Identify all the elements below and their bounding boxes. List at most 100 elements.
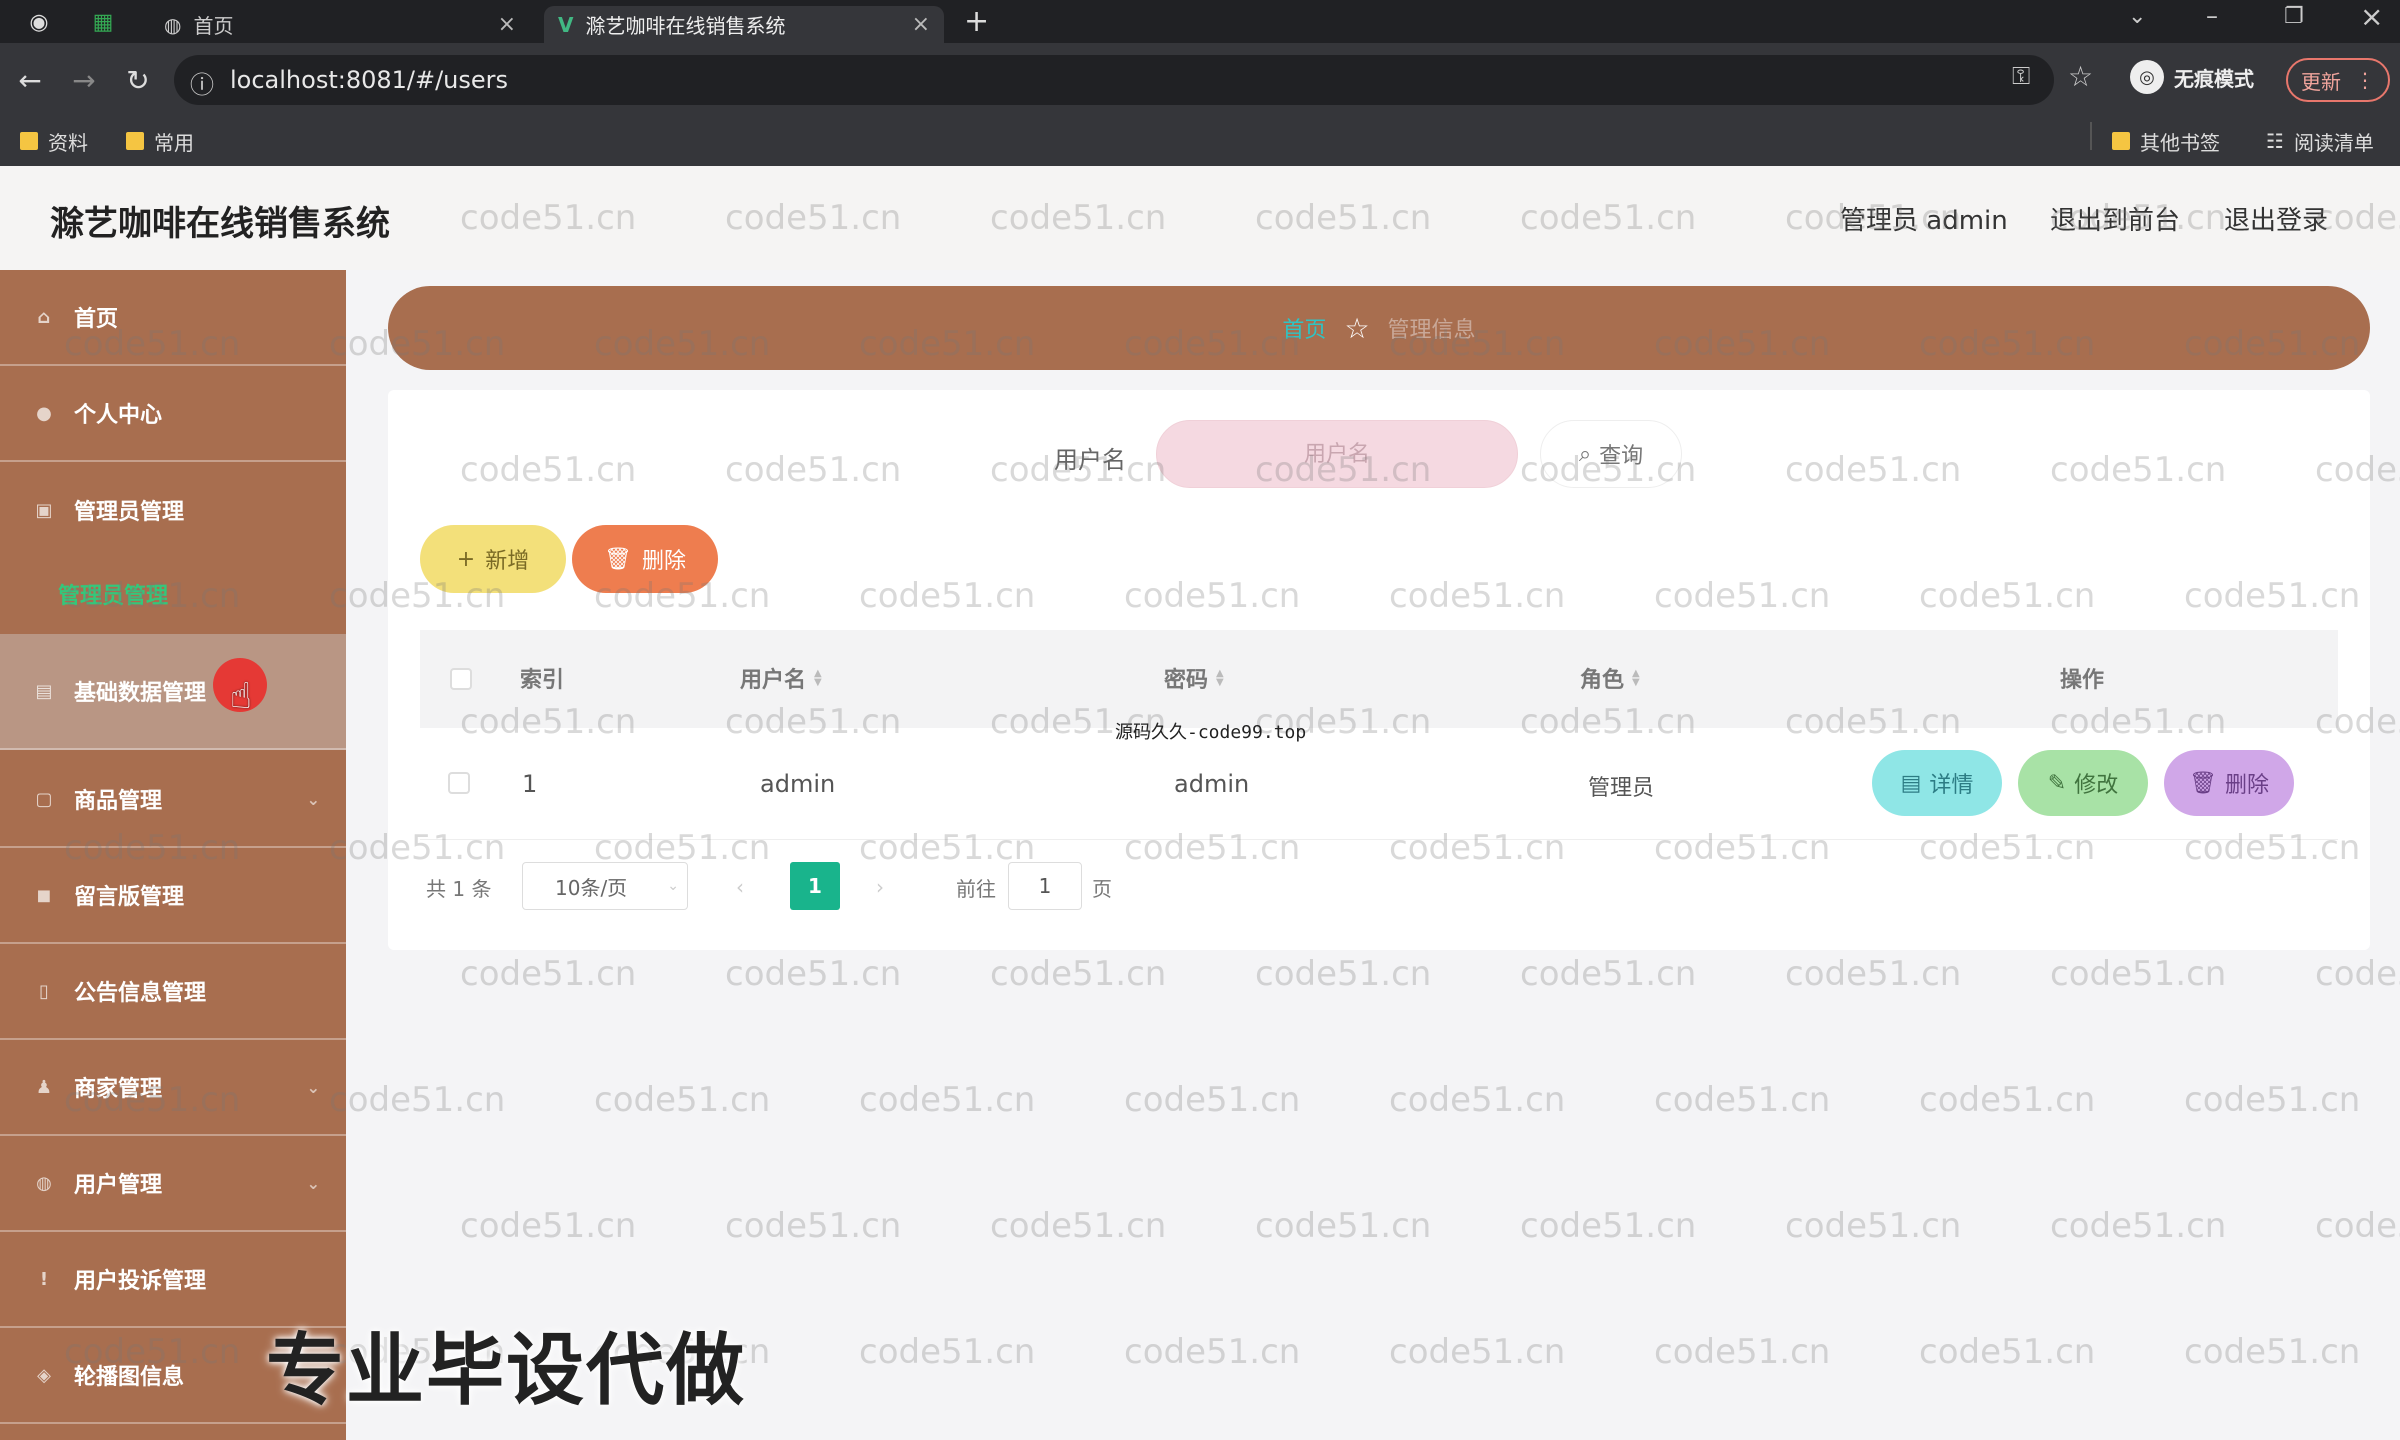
goto-page-input[interactable] — [1008, 862, 1082, 910]
update-button[interactable]: 更新 ⋮ — [2286, 58, 2390, 102]
carousel-icon: ◈ — [37, 1364, 51, 1386]
watermark-text: code51.cn — [460, 954, 637, 994]
incognito-indicator[interactable]: ◎ 无痕模式 — [2130, 60, 2254, 94]
watermark-text: code51.cn — [1255, 954, 1432, 994]
complaint-icon: ! — [39, 1268, 49, 1290]
browser-icon: ◉ — [29, 9, 49, 35]
chevron-down-icon: ⌄ — [306, 1173, 320, 1193]
watermark-text: code51.cn — [1654, 1332, 1831, 1372]
reload-icon[interactable]: ↻ — [120, 62, 156, 98]
key-icon[interactable]: ⚿ — [2012, 62, 2030, 90]
sort-icon[interactable]: ▲ ▼ — [1216, 669, 1224, 688]
more-icon: ⋮ — [2355, 68, 2375, 92]
header-index: 索引 — [520, 668, 565, 693]
other-bookmarks[interactable]: 其他书签 — [2112, 123, 2220, 159]
sheet-tab-icon[interactable]: ▦ — [88, 7, 118, 37]
goto-label: 前往 — [956, 876, 996, 901]
sidebar-item-goods[interactable]: ▢ 商品管理 ⌄ — [0, 752, 346, 848]
watermark-text: code51.cn — [2050, 1206, 2227, 1246]
page-suffix: 页 — [1092, 876, 1112, 901]
sidebar-item-users[interactable]: ◍ 用户管理 ⌄ — [0, 1136, 346, 1232]
prev-page-button[interactable]: ‹ — [736, 866, 744, 908]
row-checkbox[interactable] — [448, 772, 470, 794]
close-icon[interactable]: × — [498, 12, 516, 37]
watermark-text: code51.cn — [725, 1206, 902, 1246]
page-size-select[interactable]: 10条/页 ⌄ — [522, 862, 688, 910]
watermark-text: code51.cn — [594, 1080, 771, 1120]
header-username[interactable]: 用户名 ▲ ▼ — [740, 662, 822, 694]
minimize-button[interactable]: – — [2206, 2, 2218, 30]
watermark-text: code51.cn — [2184, 1332, 2361, 1372]
username-search-input[interactable] — [1156, 420, 1518, 488]
watermark-text: code51.cn — [2050, 954, 2227, 994]
watermark-text: code51.cn — [2184, 1080, 2361, 1120]
next-page-button[interactable]: › — [876, 866, 884, 908]
breadcrumb-home[interactable]: 首页 — [1282, 312, 1326, 344]
back-to-front-link[interactable]: 退出到前台 — [2050, 200, 2180, 237]
home-icon: ⌂ — [37, 306, 51, 328]
star-icon: ☆ — [1344, 311, 1370, 345]
document-icon: ▤ — [1900, 770, 1922, 796]
sidebar-item-home[interactable]: ⌂ 首页 — [0, 270, 346, 366]
tab-search-icon[interactable]: ⌄ — [2128, 4, 2146, 29]
sidebar-item-profile[interactable]: ● 个人中心 — [0, 366, 346, 462]
vue-icon: V — [558, 12, 574, 37]
reading-list[interactable]: ☷ 阅读清单 — [2266, 123, 2374, 159]
search-icon: ⌕ — [1578, 441, 1592, 467]
close-window-button[interactable]: × — [2360, 0, 2383, 33]
add-button[interactable]: + 新增 — [420, 525, 566, 593]
data-icon: ▤ — [35, 680, 53, 702]
sidebar-item-message-board[interactable]: ◼ 留言版管理 — [0, 848, 346, 944]
watermark-text: code51.cn — [1124, 1332, 1301, 1372]
forward-icon[interactable]: → — [66, 62, 102, 98]
restore-button[interactable]: ❐ — [2284, 4, 2304, 29]
edit-button[interactable]: ✎ 修改 — [2018, 750, 2148, 816]
close-icon[interactable]: × — [912, 12, 930, 37]
tab-coffee-system[interactable]: V 滁艺咖啡在线销售系统 × — [544, 6, 944, 43]
center-watermark: 源码久久-code99.top — [1115, 722, 1307, 743]
reading-list-icon: ☷ — [2266, 129, 2284, 153]
search-label: 用户名 — [1054, 446, 1126, 474]
current-page[interactable]: 1 — [790, 862, 840, 910]
query-button[interactable]: ⌕ 查询 — [1540, 420, 1682, 488]
new-tab-button[interactable]: + — [964, 4, 989, 39]
bookmark-folder[interactable]: 常用 — [126, 123, 194, 159]
watermark-text: code51.cn — [990, 1206, 1167, 1246]
select-all-checkbox[interactable] — [450, 668, 472, 690]
tab-home[interactable]: ◍ 首页 × — [150, 6, 530, 43]
watermark-text: code51.cn — [1785, 954, 1962, 994]
header-password[interactable]: 密码 ▲ ▼ — [1164, 662, 1224, 694]
url-field[interactable]: localhost:8081/#/users — [174, 55, 2054, 105]
watermark-text: code51.cn — [1919, 1080, 2096, 1120]
logout-link[interactable]: 退出登录 — [2224, 200, 2328, 237]
row-delete-button[interactable]: 🗑 删除 — [2164, 750, 2294, 816]
breadcrumb: 首页 ☆ 管理信息 — [388, 286, 2370, 370]
promo-overlay: 专业毕设代做 — [266, 1326, 747, 1416]
cell-role: 管理员 — [1588, 776, 1655, 801]
batch-delete-button[interactable]: 🗑 删除 — [572, 525, 718, 593]
sidebar-item-merchant[interactable]: ♟ 商家管理 ⌄ — [0, 1040, 346, 1136]
sidebar-item-notice[interactable]: ▯ 公告信息管理 — [0, 944, 346, 1040]
plus-icon: + — [456, 546, 476, 572]
folder-icon — [20, 132, 38, 150]
header-role[interactable]: 角色 ▲ ▼ — [1580, 662, 1640, 694]
users-icon: ◍ — [36, 1172, 52, 1194]
cell-index: 1 — [522, 770, 538, 798]
sidebar-item-admin[interactable]: ▣ 管理员管理 — [0, 462, 346, 558]
sidebar-subitem-admin[interactable]: 管理员管理 — [0, 552, 346, 638]
trash-icon: 🗑 — [2189, 770, 2217, 796]
detail-button[interactable]: ▤ 详情 — [1872, 750, 2002, 816]
star-icon[interactable]: ☆ — [2068, 60, 2093, 93]
sort-icon[interactable]: ▲ ▼ — [814, 669, 822, 688]
back-icon[interactable]: ← — [12, 62, 48, 98]
app-title: 滁艺咖啡在线销售系统 — [50, 204, 390, 244]
bookmark-folder[interactable]: 资料 — [20, 123, 88, 159]
site-info-icon[interactable]: ⓘ — [190, 65, 214, 100]
message-icon: ◼ — [36, 884, 52, 906]
watermark-text: code51.cn — [1919, 1332, 2096, 1372]
watermark-text: code51.cn — [1654, 1080, 1831, 1120]
sort-icon[interactable]: ▲ ▼ — [1632, 669, 1640, 688]
sidebar-item-basic-data[interactable]: ▤ 基础数据管理 — [0, 634, 346, 750]
table-header — [420, 630, 2338, 728]
watermark-text: code51.cn — [859, 1080, 1036, 1120]
